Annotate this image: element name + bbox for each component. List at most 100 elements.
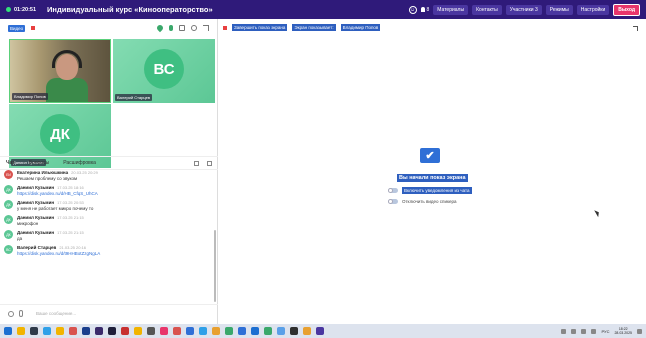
video-tile-avatar[interactable]: ВС Валерий Старцев [113, 39, 215, 103]
app-icon[interactable] [277, 327, 285, 335]
app-icon[interactable] [95, 327, 103, 335]
microphone-icon[interactable] [169, 25, 173, 31]
tab-chat[interactable]: Чат [6, 160, 15, 166]
nav-materials-button[interactable]: Материалы [433, 4, 469, 15]
app-icon[interactable] [303, 327, 311, 335]
chat-message-header: Даниил Кузьмин 17.03.25 21:15 [17, 215, 84, 220]
chat-message-body: Даниил Кузьмин 17.03.25 18:16 https://disk… [17, 185, 98, 196]
exit-button[interactable]: Выход [613, 3, 640, 16]
app-icon[interactable] [238, 327, 246, 335]
chat-scrollbar[interactable] [214, 230, 216, 302]
stop-share-button[interactable]: Завершить показ экрана [232, 24, 288, 31]
chat-message-header: Даниил Кузьмин 17.03.25 21:15 [17, 230, 84, 235]
notifications-icon[interactable] [637, 328, 642, 334]
fullscreen-icon[interactable] [633, 26, 638, 31]
tab-questions[interactable]: Вопросы [29, 160, 49, 166]
chat-message-header: Екатерина Ильюшкина 20.03.25 20:29 [17, 170, 98, 175]
nav-contacts-button[interactable]: Контакты [472, 4, 502, 15]
avatar: ВС [144, 49, 184, 89]
app-icon[interactable] [186, 327, 194, 335]
taskbar: РУС 18:22 28.03.2025 [0, 324, 646, 338]
screenshare-toolbar: Завершить показ экрана Экран показывает:… [223, 24, 381, 31]
video-tile-camera[interactable]: Владимир Попов [9, 39, 111, 103]
app-icon[interactable] [316, 327, 324, 335]
gear-icon[interactable] [191, 25, 197, 31]
sharer-name: Владимир Попов [340, 24, 381, 31]
camera-icon[interactable] [179, 25, 185, 31]
chat-link[interactable]: https://disk.yandex.ru/d/t9HHBotZzgNgLA [17, 251, 100, 256]
app-icon[interactable] [121, 327, 129, 335]
system-tray: РУС 18:22 28.03.2025 [561, 327, 642, 335]
chat-message-body: Даниил Кузьмин 17.03.25 21:15 микрофон [17, 215, 84, 226]
participants-count-button[interactable]: 8 [420, 7, 429, 13]
stop-icon[interactable] [31, 26, 36, 30]
app-icon[interactable] [251, 327, 259, 335]
person-icon [420, 7, 425, 12]
app-icon[interactable] [147, 327, 155, 335]
chat-message-header: Даниил Кузьмин 17.03.25 20:53 [17, 200, 93, 205]
video-toolbar: Видео [0, 19, 217, 37]
chat-message-header: Даниил Кузьмин 17.03.25 18:16 [17, 185, 98, 190]
emoji-icon[interactable] [8, 310, 14, 317]
app-icon[interactable] [199, 327, 207, 335]
app-icon[interactable] [264, 327, 272, 335]
windows-start-icon[interactable] [4, 327, 12, 335]
checkmark-icon: ✔ [420, 148, 440, 163]
chat-timestamp: 17.03.25 20:53 [57, 200, 84, 205]
chat-text: у меня не работает микро почему то [17, 206, 94, 211]
avatar: ДК [4, 230, 13, 239]
chat-expand-icon[interactable] [207, 160, 212, 166]
app-icon[interactable] [43, 327, 51, 335]
expand-icon[interactable] [203, 25, 209, 31]
app-icon[interactable] [173, 327, 181, 335]
chat-tab-icons [194, 160, 212, 166]
reactions-icon[interactable]: ☺ [408, 5, 417, 14]
app-icon[interactable] [225, 327, 233, 335]
app-icon[interactable] [160, 327, 168, 335]
clock-date: 28.03.2025 [614, 331, 632, 335]
chat-author: Даниил Кузьмин [17, 200, 55, 205]
language-indicator[interactable]: РУС [601, 329, 609, 334]
speaker-video-toggle-row: Отключить видео спикера [388, 199, 457, 204]
chat-timestamp: 17.03.25 21:15 [57, 230, 84, 235]
chat-tabs: Чат Вопросы Расшифровка [0, 156, 218, 170]
attach-icon[interactable] [19, 310, 23, 317]
top-actions: ☺ 8 Материалы Контакты Участники 3 Режим… [408, 3, 640, 16]
tab-transcript[interactable]: Расшифровка [63, 160, 96, 166]
chat-text: да [17, 236, 23, 241]
chat-input[interactable]: Ваше сообщение... [36, 311, 76, 316]
video-badge[interactable]: Видео [8, 24, 26, 32]
tray-icon[interactable] [571, 328, 577, 334]
tray-icon[interactable] [561, 328, 567, 334]
app-icon[interactable] [134, 327, 142, 335]
app-icon[interactable] [290, 327, 298, 335]
app-icon[interactable] [56, 327, 64, 335]
nav-modes-button[interactable]: Режимы [545, 4, 573, 15]
stop-share-icon[interactable] [223, 25, 227, 30]
chat-message: ДК Даниил Кузьмин 17.03.25 21:15 да [4, 230, 210, 241]
speaker-video-toggle[interactable] [388, 199, 398, 204]
app-icon[interactable] [82, 327, 90, 335]
screenshare-started-text: Вы начали показ экрана [397, 174, 468, 182]
recording-indicator-icon [6, 7, 11, 12]
location-icon[interactable] [155, 23, 165, 33]
network-icon[interactable] [581, 328, 587, 334]
chat-timestamp: 20.03.25 20:29 [71, 170, 98, 175]
chat-text: микрофон [17, 221, 39, 226]
app-icon[interactable] [212, 327, 220, 335]
chat-input-row: Ваше сообщение... [0, 304, 218, 322]
participant-name: Валерий Старцев [115, 94, 152, 101]
avatar: ДК [4, 185, 13, 194]
nav-participants-button[interactable]: Участники 3 [505, 4, 542, 15]
app-icon[interactable] [69, 327, 77, 335]
clock[interactable]: 18:22 28.03.2025 [614, 327, 632, 335]
chat-settings-icon[interactable] [194, 160, 199, 166]
app-icon[interactable] [108, 327, 116, 335]
session-timer: 01:20:51 [14, 6, 37, 13]
chat-link[interactable]: https://disk.yandex.ru/d/HB_CfqS_UhCA [17, 191, 98, 196]
chat-notifications-toggle[interactable] [388, 188, 398, 193]
app-icon[interactable] [30, 327, 38, 335]
nav-settings-button[interactable]: Настройки [576, 4, 610, 15]
file-explorer-icon[interactable] [17, 327, 25, 335]
volume-icon[interactable] [591, 328, 597, 334]
